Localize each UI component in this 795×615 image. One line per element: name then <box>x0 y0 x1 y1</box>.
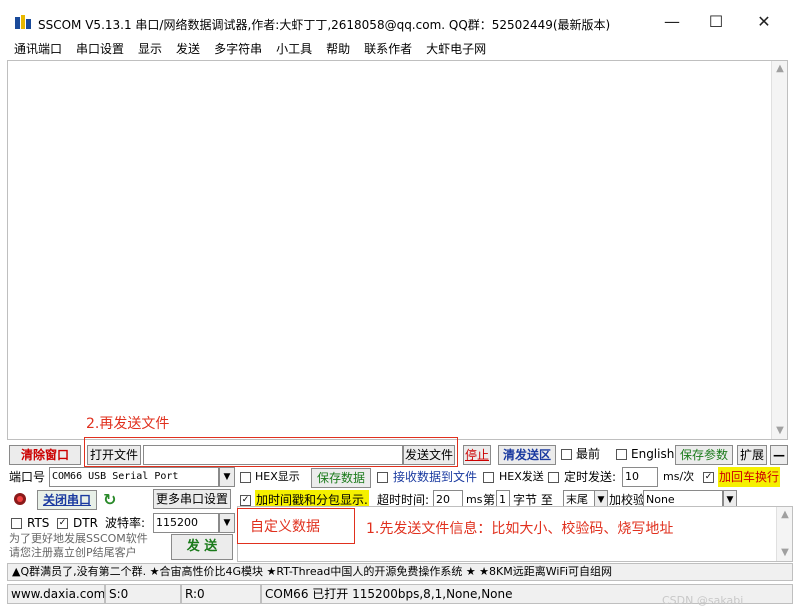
timestamp-checkbox[interactable]: ✓ <box>240 495 251 506</box>
interval-input[interactable]: 10 <box>622 467 658 487</box>
status-recv-count: R:0 <box>181 584 261 604</box>
dtr-checkbox[interactable]: ✓ <box>57 518 68 529</box>
promo-line2: 请您注册嘉立创P结尾客户 <box>9 546 137 559</box>
port-dropdown-icon[interactable]: ▼ <box>219 467 235 487</box>
baud-label: 波特率: <box>105 516 146 530</box>
clear-send-button[interactable]: 清发送区 <box>498 445 556 465</box>
timed-send-checkbox[interactable] <box>548 472 559 483</box>
save-data-button[interactable]: 保存数据 <box>311 468 371 488</box>
append-newline-checkbox[interactable]: ✓ <box>703 472 714 483</box>
hex-display-label: HEX显示 <box>255 470 300 483</box>
send-file-button[interactable]: 发送文件 <box>403 445 455 465</box>
minimize-button[interactable]: — <box>660 12 684 32</box>
rts-checkbox[interactable] <box>11 518 22 529</box>
collapse-button[interactable]: — <box>770 445 788 465</box>
title-bar: SSCOM V5.13.1 串口/网络数据调试器,作者:大虾丁丁,2618058… <box>0 0 795 36</box>
hex-send-checkbox[interactable] <box>483 472 494 483</box>
timed-send-label: 定时发送: <box>564 470 617 484</box>
receive-scrollbar[interactable]: ▲ ▼ <box>771 61 787 439</box>
send-button[interactable]: 发 送 <box>171 534 233 560</box>
menu-item-help[interactable]: 帮助 <box>326 40 350 57</box>
file-path-input[interactable] <box>143 445 403 465</box>
app-logo-icon <box>15 15 31 29</box>
port-select[interactable]: COM66 USB Serial Port <box>49 467 219 487</box>
rts-label: RTS <box>27 516 50 530</box>
watermark: CSDN @sakabi <box>662 594 744 607</box>
close-port-button[interactable]: 关闭串口 <box>37 490 97 510</box>
menu-item-serial-settings[interactable]: 串口设置 <box>76 40 124 57</box>
dtr-label: DTR <box>73 516 98 530</box>
english-checkbox[interactable] <box>616 449 627 460</box>
menu-item-port[interactable]: 通讯端口 <box>14 40 62 57</box>
topmost-checkbox[interactable] <box>561 449 572 460</box>
port-label: 端口号 <box>9 470 46 484</box>
recv-to-file-checkbox[interactable] <box>377 472 388 483</box>
menu-bar: 通讯端口 串口设置 显示 发送 多字符串 小工具 帮助 联系作者 大虾电子网 <box>0 37 795 59</box>
receive-text-area[interactable]: ▲ ▼ <box>7 60 788 440</box>
stop-button[interactable]: 停止 <box>463 445 491 465</box>
append-newline-label: 加回车换行 <box>718 467 781 487</box>
menu-item-send[interactable]: 发送 <box>176 40 200 57</box>
send-scroll-down-icon[interactable]: ▼ <box>777 545 793 561</box>
baud-dropdown-icon[interactable]: ▼ <box>219 513 235 533</box>
more-settings-button[interactable]: 更多串口设置 <box>153 489 231 509</box>
menu-item-tools[interactable]: 小工具 <box>276 40 312 57</box>
refresh-icon[interactable]: ↻ <box>103 490 116 510</box>
send-scrollbar[interactable]: ▲ ▼ <box>776 507 792 561</box>
send-scroll-up-icon[interactable]: ▲ <box>777 507 793 523</box>
promo-line1: 为了更好地发展SSCOM软件 <box>9 532 148 545</box>
marquee-banner[interactable]: ▲Q群满员了,没有第二个群. ★合宙高性价比4G模块 ★RT-Thread中国人… <box>7 563 793 581</box>
clear-window-button[interactable]: 清除窗口 <box>9 445 81 465</box>
port-status-icon <box>14 493 26 505</box>
annotation-step2: 2.再发送文件 <box>86 416 170 432</box>
annotation-step1: 1.先发送文件信息：比如大小、校验码、烧写地址 <box>366 521 674 537</box>
menu-item-contact[interactable]: 联系作者 <box>364 40 412 57</box>
close-button[interactable]: ✕ <box>752 12 776 32</box>
save-params-button[interactable]: 保存参数 <box>675 445 733 465</box>
interval-unit-label: ms/次 <box>663 470 695 483</box>
baud-select[interactable]: 115200 <box>153 513 219 533</box>
scroll-down-icon[interactable]: ▼ <box>772 423 788 439</box>
status-sent-count: S:0 <box>105 584 181 604</box>
window-title: SSCOM V5.13.1 串口/网络数据调试器,作者:大虾丁丁,2618058… <box>38 18 611 32</box>
control-panel: 端口号 COM66 USB Serial Port ▼ HEX显示 保存数据 接… <box>7 466 793 562</box>
hex-send-label: HEX发送 <box>499 470 544 483</box>
open-file-button[interactable]: 打开文件 <box>87 445 141 465</box>
maximize-button[interactable]: ☐ <box>704 12 728 32</box>
recv-to-file-label: 接收数据到文件 <box>393 470 478 484</box>
topmost-label: 最前 <box>576 447 601 461</box>
menu-item-display[interactable]: 显示 <box>138 40 162 57</box>
hex-display-checkbox[interactable] <box>240 472 251 483</box>
scroll-up-icon[interactable]: ▲ <box>772 61 788 77</box>
expand-button[interactable]: 扩展 <box>737 445 767 465</box>
annotation-custom: 自定义数据 <box>250 519 320 535</box>
menu-item-website[interactable]: 大虾电子网 <box>426 40 486 57</box>
status-website[interactable]: www.daxia.com <box>7 584 105 604</box>
file-toolbar: 清除窗口 打开文件 发送文件 停止 清发送区 最前 English 保存参数 扩… <box>7 444 793 466</box>
menu-item-multi-string[interactable]: 多字符串 <box>214 40 262 57</box>
english-label: English <box>631 447 675 461</box>
